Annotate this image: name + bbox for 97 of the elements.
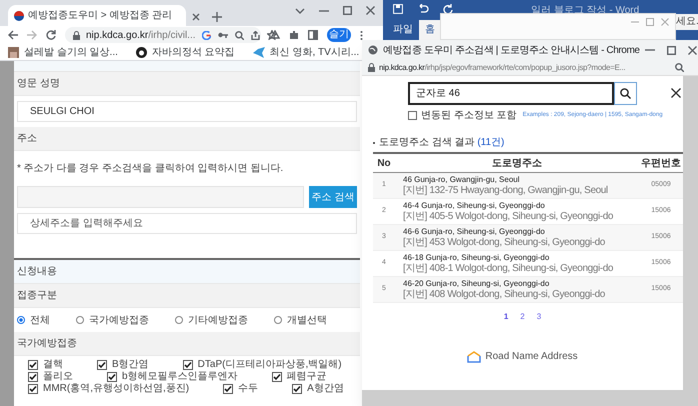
checkbox[interactable] <box>272 372 282 382</box>
bookmark-link[interactable]: 자바의정석 요약집 <box>152 44 235 60</box>
bird-icon <box>252 46 265 58</box>
name-field[interactable]: SEULGI CHOI <box>17 101 357 122</box>
ribbon-tab[interactable]: 홈 <box>419 20 441 40</box>
checkbox[interactable] <box>408 111 417 120</box>
address-field[interactable] <box>17 186 304 208</box>
checkbox-label: MMR(홍역,유행성이하선염,풍진) <box>43 383 190 395</box>
google-g-icon[interactable] <box>202 30 210 40</box>
maximize-icon[interactable] <box>343 6 352 15</box>
column-header: No <box>376 156 392 170</box>
radio-label: 개별선택 <box>287 314 327 328</box>
checkbox[interactable] <box>97 360 107 370</box>
ribbon-tab[interactable]: 파일 <box>387 20 419 40</box>
search-button[interactable] <box>614 82 637 105</box>
radio-button[interactable] <box>175 316 183 324</box>
maximize-icon[interactable] <box>666 46 676 54</box>
lot-address: [지번] 408 Wolgot-dong, Siheung-si, Gyeonggi-do <box>403 289 606 300</box>
radio-button[interactable] <box>274 316 282 324</box>
address-note: * 주소가 다를 경우 주소검색을 클릭하여 입력하시면 됩니다. <box>17 162 284 176</box>
field-label: 영문 성명 <box>17 77 60 91</box>
undo-icon[interactable] <box>417 4 429 14</box>
checkbox-label: 폐렴구균 <box>286 371 327 383</box>
thumbnail-icon <box>8 46 19 58</box>
recycle-icon[interactable] <box>270 30 280 40</box>
url-text: nip.kdca.go.kr/irhp/jsp/egovframework/rte/com/popup_jusoro.jsp?mode=E... <box>379 62 626 74</box>
key-icon[interactable] <box>218 31 228 39</box>
checkbox-label: DTaP(디프테리아파상풍,백일해) <box>198 359 342 371</box>
field-label: 접종구분 <box>17 289 57 303</box>
radio-label: 기타예방접종 <box>188 314 248 328</box>
field-label: 국가예방접종 <box>17 337 77 351</box>
lot-address: [지번] 453 Wolgot-dong, Siheung-si, Gyeonggi-do <box>403 237 606 248</box>
checkbox[interactable] <box>28 360 38 370</box>
page-link[interactable]: 1 <box>504 311 508 323</box>
column-header: 우편번호 <box>640 156 682 170</box>
search-field[interactable]: 군자로 46 <box>408 82 614 105</box>
browser-tab[interactable]: 예방접종도우미 > 예방접종 관리 <box>8 5 186 26</box>
logo-text: Road Name Address <box>485 350 578 364</box>
close-icon[interactable] <box>671 88 681 98</box>
reload-icon[interactable] <box>46 30 56 40</box>
save-icon[interactable] <box>393 4 403 14</box>
flag-emblem-icon <box>14 10 24 20</box>
checkbox[interactable] <box>28 384 38 394</box>
checkbox-label: 수두 <box>238 383 258 395</box>
road-address: 46 Gunja-ro, Gwangjin-gu, Seoul <box>403 175 521 185</box>
field-label: 신청내용 <box>17 265 57 279</box>
road-address: 46-6 Gunja-ro, Siheung-si, Gyeonggi-do <box>403 227 546 237</box>
house-logo-icon <box>467 350 482 362</box>
puzzle-icon[interactable] <box>289 30 299 40</box>
checkbox[interactable] <box>292 384 302 394</box>
checkbox[interactable] <box>182 360 193 370</box>
page-link[interactable]: 3 <box>536 311 542 323</box>
field-label: 주소 <box>17 132 37 146</box>
checkbox-label: 폴리오 <box>43 371 73 383</box>
lot-address: [지번] 405-5 Wolgot-dong, Siheung-si, Gyeonggi-do <box>403 211 614 222</box>
url-text: nip.kdca.go.kr/irhp/civil... <box>86 28 196 42</box>
detail-address-field[interactable]: 상세주소를 입력해주세요 <box>17 213 357 234</box>
page-link[interactable]: 2 <box>520 311 525 323</box>
checkbox-label: b형헤모필루스인플루엔자 <box>122 371 238 383</box>
checkbox[interactable] <box>107 372 117 382</box>
checkbox[interactable] <box>223 384 234 394</box>
radio-button[interactable] <box>76 316 84 324</box>
road-address: 46-4 Gunja-ro, Siheung-si, Gyeonggi-do <box>403 201 546 211</box>
lot-address: [지번] 132-75 Hwayang-dong, Gwangjin-gu, Seoul <box>403 185 609 196</box>
radio-label: 전체 <box>30 314 50 328</box>
share-icon[interactable] <box>250 30 260 40</box>
bookmark-link[interactable]: 설레발 슬기의 일상... <box>24 44 118 60</box>
zoom-icon[interactable] <box>234 30 244 40</box>
lock-icon <box>73 30 80 40</box>
profile-avatar[interactable]: 슬기 <box>327 28 351 42</box>
checkbox-label: A형간염 <box>307 383 344 395</box>
checkbox-label: 결핵 <box>43 359 63 371</box>
checkbox[interactable] <box>28 372 38 382</box>
search-icon <box>620 88 631 99</box>
chevron-down-icon[interactable] <box>295 6 305 14</box>
globe-icon <box>368 45 378 55</box>
result-heading: 도로명주소 검색 결과 (11건) <box>379 136 504 150</box>
checkbox-label: B형간염 <box>112 359 149 371</box>
lock-icon <box>368 63 375 72</box>
radio-label: 국가예방접종 <box>89 314 149 328</box>
column-header: 도로명주소 <box>491 156 543 170</box>
radio-button[interactable] <box>17 316 25 324</box>
lot-address: [지번] 408-1 Wolgot-dong, Siheung-si, Gyeonggi-do <box>403 263 614 274</box>
close-icon[interactable] <box>688 46 697 54</box>
back-arrow-icon[interactable] <box>8 30 18 40</box>
road-address: 46-20 Gunja-ro, Siheung-si, Gyeonggi-do <box>403 279 550 289</box>
zoom-icon[interactable] <box>675 63 684 72</box>
bookmark-link[interactable]: 최신 영화, TV시리... <box>270 44 360 60</box>
ribbon-text: 세요. <box>676 14 698 30</box>
checkbox-label: 변동된 주소정보 포함 <box>421 109 517 123</box>
side-panel-icon[interactable] <box>308 30 318 40</box>
plus-icon[interactable] <box>212 12 222 22</box>
star-icon[interactable] <box>266 30 276 40</box>
redo-icon[interactable] <box>443 4 453 14</box>
more-icon[interactable] <box>360 30 363 40</box>
road-address: 46-18 Gunja-ro, Siheung-si, Gyeonggi-do <box>403 253 550 263</box>
window-title: 예방접종 도우미 주소검색 | 도로명주소 안내시스템 - Chrome <box>383 44 640 58</box>
